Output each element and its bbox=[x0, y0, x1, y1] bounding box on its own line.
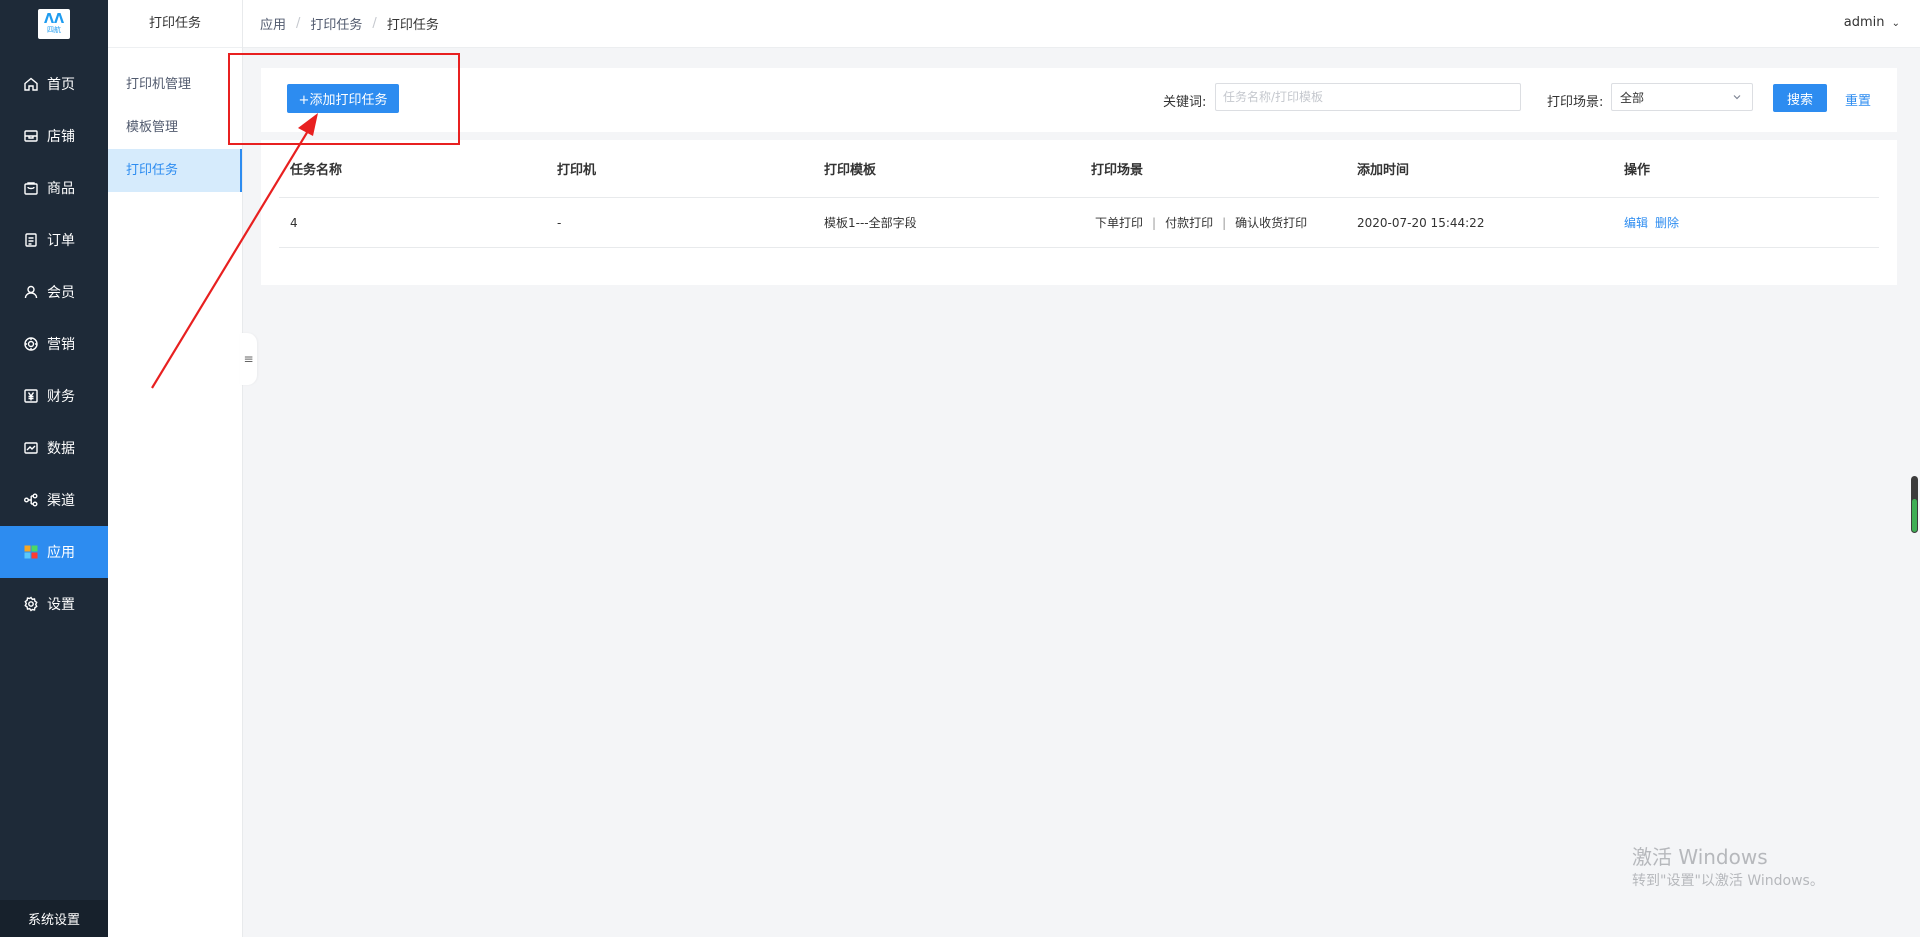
marketing-icon bbox=[23, 336, 39, 352]
order-icon bbox=[23, 232, 39, 248]
annotation-highlight-box bbox=[228, 53, 460, 145]
column-header: 添加时间 bbox=[1357, 163, 1410, 178]
task-table: 任务名称 打印机 打印模板 打印场景 添加时间 操作 4 - 模板1---全部字… bbox=[279, 140, 1879, 248]
breadcrumb-separator: / bbox=[296, 16, 301, 31]
nav-label: 财务 bbox=[47, 389, 75, 405]
breadcrumb-item[interactable]: 应用 bbox=[260, 14, 286, 33]
scene-separator: | bbox=[1222, 216, 1227, 230]
user-name: admin bbox=[1843, 15, 1885, 30]
scene-tag: 付款打印 bbox=[1165, 216, 1214, 230]
column-header: 打印机 bbox=[557, 163, 597, 178]
column-header: 任务名称 bbox=[290, 163, 343, 178]
nav-item-channel[interactable]: 渠道 bbox=[0, 474, 108, 526]
breadcrumb-separator: / bbox=[372, 16, 377, 31]
sub-sidebar-title: 打印任务 bbox=[108, 0, 242, 48]
sub-item-printer-management[interactable]: 打印机管理 bbox=[108, 63, 242, 106]
nav-label: 商品 bbox=[47, 181, 75, 197]
sub-sidebar: 打印任务 打印机管理 模板管理 打印任务 bbox=[108, 0, 243, 937]
nav-item-home[interactable]: 首页 bbox=[0, 58, 108, 110]
main-nav: 首页 店铺 商品 订单 会员 营销 财务 数据 渠道 应用 设置 bbox=[0, 58, 108, 630]
chevron-down-icon: ⌄ bbox=[1891, 18, 1900, 29]
nav-item-goods[interactable]: 商品 bbox=[0, 162, 108, 214]
actions-cell: 编辑 删除 bbox=[1613, 214, 1879, 231]
user-menu[interactable]: admin ⌄ bbox=[1844, 15, 1900, 30]
logo-text: 四航 bbox=[47, 25, 61, 34]
finance-icon bbox=[23, 388, 39, 404]
task-table-panel: 任务名称 打印机 打印模板 打印场景 添加时间 操作 4 - 模板1---全部字… bbox=[261, 140, 1897, 285]
scene-tag: 下单打印 bbox=[1095, 216, 1144, 230]
nav-label: 设置 bbox=[47, 597, 75, 613]
nav-item-member[interactable]: 会员 bbox=[0, 266, 108, 318]
delete-link[interactable]: 删除 bbox=[1655, 216, 1679, 230]
nav-item-settings[interactable]: 设置 bbox=[0, 578, 108, 630]
goods-icon bbox=[23, 180, 39, 196]
nav-label: 应用 bbox=[47, 545, 75, 561]
breadcrumb-item[interactable]: 打印任务 bbox=[310, 14, 362, 33]
column-header: 打印模板 bbox=[824, 163, 877, 178]
nav-item-order[interactable]: 订单 bbox=[0, 214, 108, 266]
data-icon bbox=[23, 440, 39, 456]
nav-label: 营销 bbox=[47, 337, 75, 353]
printer-cell: - bbox=[557, 215, 562, 230]
task-name-cell: 4 bbox=[290, 215, 298, 230]
nav-item-data[interactable]: 数据 bbox=[0, 422, 108, 474]
breadcrumb: 应用 / 打印任务 / 打印任务 bbox=[260, 14, 439, 33]
sub-item-template-management[interactable]: 模板管理 bbox=[108, 106, 242, 149]
added-time-cell: 2020-07-20 15:44:22 bbox=[1357, 215, 1485, 230]
channel-icon bbox=[23, 492, 39, 508]
chevron-down-icon bbox=[1733, 95, 1741, 100]
keyword-input[interactable] bbox=[1215, 83, 1521, 111]
app-grid-icon bbox=[23, 544, 39, 560]
reset-link[interactable]: 重置 bbox=[1845, 90, 1871, 109]
scene-separator: | bbox=[1152, 216, 1157, 230]
scene-tag: 确认收货打印 bbox=[1235, 216, 1308, 230]
store-icon bbox=[23, 128, 39, 144]
nav-label: 订单 bbox=[47, 233, 75, 249]
template-cell: 模板1---全部字段 bbox=[824, 216, 917, 230]
nav-item-marketing[interactable]: 营销 bbox=[0, 318, 108, 370]
nav-label: 会员 bbox=[47, 285, 75, 301]
column-header: 操作 bbox=[1624, 163, 1651, 178]
m-logo-icon[interactable]: ΛΛ 四航 bbox=[38, 9, 70, 39]
nav-item-finance[interactable]: 财务 bbox=[0, 370, 108, 422]
activation-watermark-title: 激活 Windows bbox=[1632, 845, 1768, 869]
table-header: 任务名称 打印机 打印模板 打印场景 添加时间 操作 bbox=[279, 140, 1879, 198]
logo-area: ΛΛ 四航 bbox=[0, 0, 108, 48]
scene-select[interactable]: 全部 bbox=[1611, 83, 1753, 111]
nav-label: 店铺 bbox=[47, 129, 75, 145]
scene-cell: 下单打印 | 付款打印 | 确认收货打印 bbox=[1080, 214, 1346, 231]
home-icon bbox=[23, 76, 39, 92]
top-header: 应用 / 打印任务 / 打印任务 admin ⌄ bbox=[243, 0, 1920, 48]
activation-watermark-hint: 转到"设置"以激活 Windows。 bbox=[1632, 873, 1824, 889]
settings-icon bbox=[23, 596, 39, 612]
nav-item-store[interactable]: 店铺 bbox=[0, 110, 108, 162]
column-header: 打印场景 bbox=[1091, 163, 1144, 178]
main-sidebar: ΛΛ 四航 首页 店铺 商品 订单 会员 营销 财务 数据 渠道 应用 设置 系… bbox=[0, 0, 108, 937]
nav-label: 数据 bbox=[47, 441, 75, 457]
breadcrumb-current: 打印任务 bbox=[386, 18, 439, 33]
scene-label: 打印场景: bbox=[1547, 95, 1604, 110]
nav-item-app[interactable]: 应用 bbox=[0, 526, 108, 578]
edit-link[interactable]: 编辑 bbox=[1624, 216, 1648, 230]
scrollbar-thumb[interactable] bbox=[1912, 499, 1917, 532]
keyword-label: 关键词: bbox=[1163, 95, 1207, 110]
search-button[interactable]: 搜索 bbox=[1773, 84, 1827, 112]
nav-label: 首页 bbox=[47, 77, 75, 93]
sub-item-print-task[interactable]: 打印任务 bbox=[108, 149, 242, 192]
table-row: 4 - 模板1---全部字段 下单打印 | 付款打印 | 确认收货打印 2020-07-… bbox=[279, 198, 1879, 248]
nav-label: 渠道 bbox=[47, 493, 75, 509]
system-settings-button[interactable]: 系统设置 bbox=[0, 900, 108, 937]
member-icon bbox=[23, 284, 39, 300]
filter-panel: +添加打印任务 关键词: 打印场景: 全部 搜索 重置 bbox=[261, 68, 1897, 132]
scene-selected-value: 全部 bbox=[1620, 90, 1645, 105]
collapse-menu-icon[interactable]: ≡ bbox=[240, 333, 257, 385]
